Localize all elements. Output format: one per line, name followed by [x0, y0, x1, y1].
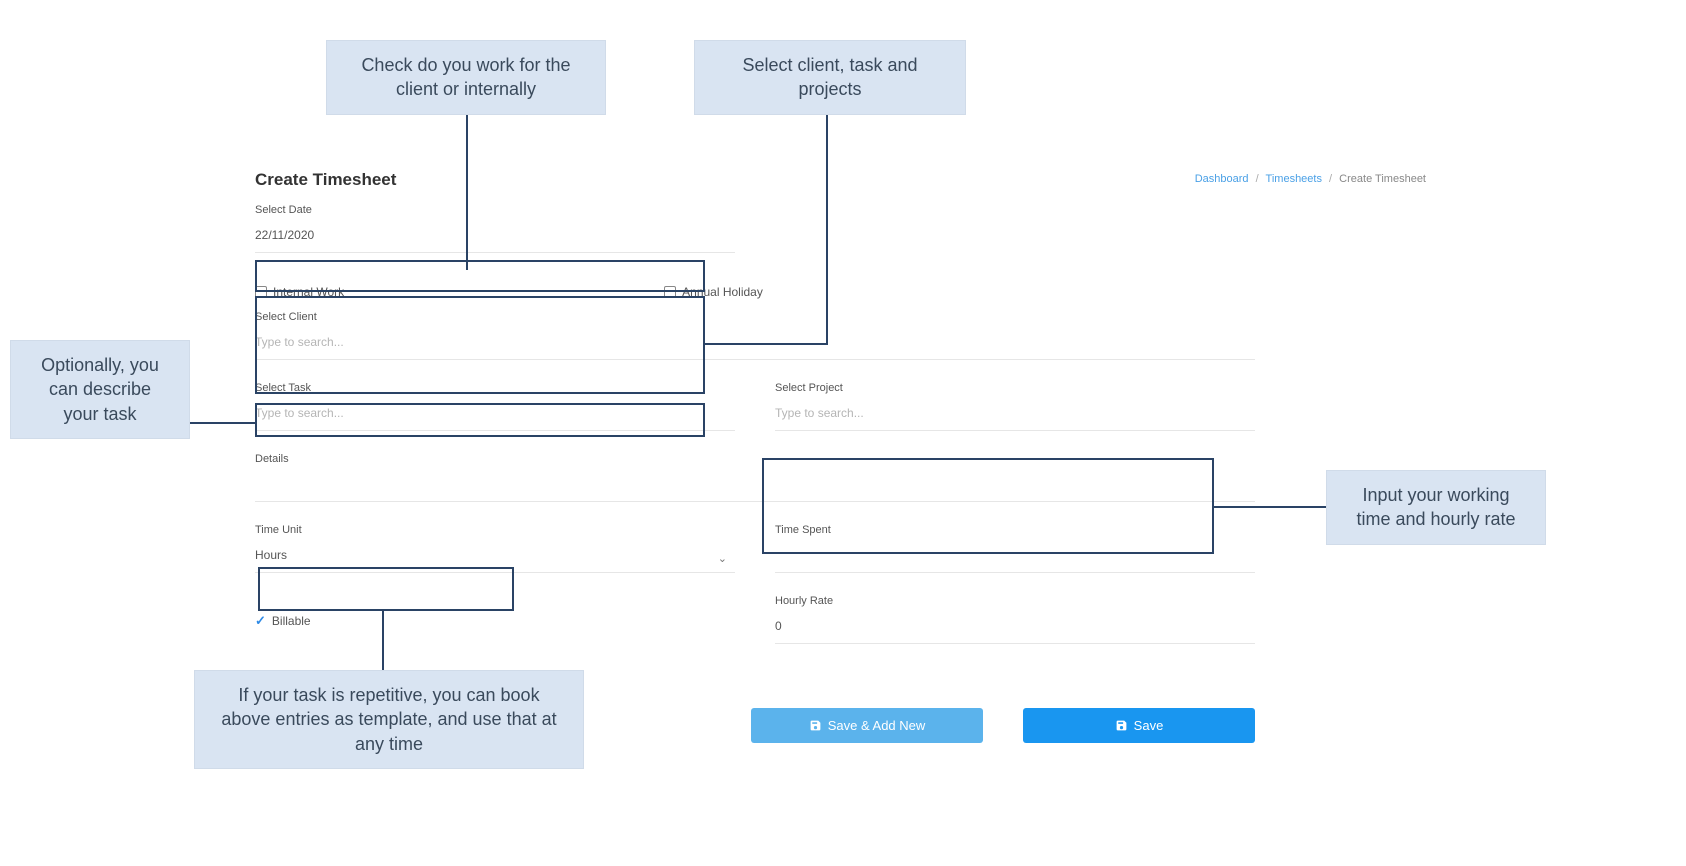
- check-icon: ✓: [255, 613, 266, 629]
- select-project-label: Select Project: [775, 382, 1255, 394]
- connector-line: [382, 609, 384, 671]
- internal-work-checkbox[interactable]: Internal Work: [255, 285, 344, 299]
- time-spent-input[interactable]: [775, 542, 1255, 573]
- connector-line: [826, 108, 828, 344]
- save-add-new-label: Save & Add New: [828, 718, 926, 733]
- checkbox-icon: [255, 286, 267, 298]
- select-date-label: Select Date: [255, 204, 735, 216]
- breadcrumb-current: Create Timesheet: [1339, 173, 1426, 185]
- connector-line: [466, 108, 468, 270]
- callout-input-time-rate: Input your working time and hourly rate: [1326, 470, 1546, 545]
- connector-line: [705, 343, 828, 345]
- details-input[interactable]: [255, 471, 1255, 502]
- connector-line: [1214, 506, 1326, 508]
- select-client-label: Select Client: [255, 311, 1255, 323]
- connector-line: [190, 422, 256, 424]
- callout-repetitive-template: If your task is repetitive, you can book…: [194, 670, 584, 769]
- select-task-input[interactable]: [255, 400, 735, 431]
- breadcrumb-timesheets[interactable]: Timesheets: [1266, 173, 1322, 185]
- save-label: Save: [1134, 718, 1164, 733]
- billable-label: Billable: [272, 614, 311, 628]
- select-date-value[interactable]: 22/11/2020: [255, 222, 735, 253]
- billable-toggle[interactable]: ✓ Billable: [255, 613, 735, 629]
- select-project-input[interactable]: [775, 400, 1255, 431]
- save-icon: [1115, 719, 1128, 732]
- save-button[interactable]: Save: [1023, 708, 1255, 743]
- callout-check-work-type: Check do you work for the client or inte…: [326, 40, 606, 115]
- page-title: Create Timesheet: [255, 170, 1255, 190]
- internal-work-label: Internal Work: [273, 285, 344, 299]
- callout-describe-task: Optionally, you can describe your task: [10, 340, 190, 439]
- annual-holiday-label: Annual Holiday: [682, 285, 763, 299]
- time-unit-select[interactable]: Hours: [255, 542, 735, 573]
- callout-select-client-task-project: Select client, task and projects: [694, 40, 966, 115]
- time-spent-label: Time Spent: [775, 524, 1255, 536]
- save-add-new-button[interactable]: Save & Add New: [751, 708, 983, 743]
- save-icon: [809, 719, 822, 732]
- checkbox-icon: [664, 286, 676, 298]
- select-task-label: Select Task: [255, 382, 735, 394]
- hourly-rate-input[interactable]: [775, 613, 1255, 644]
- time-unit-label: Time Unit: [255, 524, 735, 536]
- timesheet-form: Create Timesheet Select Date 22/11/2020 …: [255, 170, 1255, 743]
- details-label: Details: [255, 453, 1255, 465]
- hourly-rate-label: Hourly Rate: [775, 595, 1255, 607]
- annual-holiday-checkbox[interactable]: Annual Holiday: [664, 285, 763, 299]
